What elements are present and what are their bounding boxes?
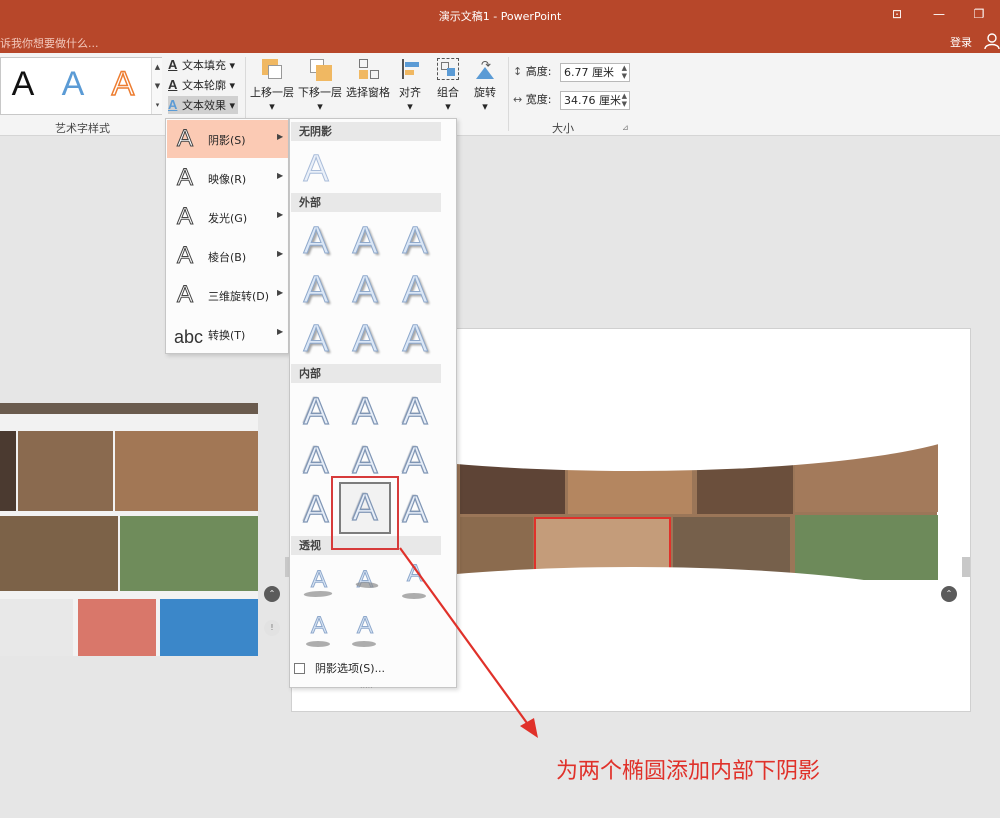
- login-link[interactable]: 登录: [950, 34, 972, 50]
- submenu-arrow-icon: ▶: [277, 249, 284, 258]
- wordart-style-black[interactable]: A: [3, 64, 43, 104]
- user-icon[interactable]: [984, 32, 1000, 50]
- scrollbar-thumb[interactable]: [962, 557, 970, 577]
- height-input[interactable]: 6.77 厘米 ▲ ▼: [560, 63, 630, 82]
- selection-pane-button[interactable]: 选择窗格: [346, 57, 390, 100]
- tell-me-bar: 诉我你想要做什么... 登录: [0, 30, 1000, 53]
- wordart-style-orange[interactable]: A: [103, 64, 143, 104]
- send-backward-icon: [308, 57, 332, 81]
- shadow-option-inner-9[interactable]: A: [398, 488, 432, 531]
- gallery-more-icon[interactable]: ▾: [152, 96, 163, 114]
- bring-forward-icon: [260, 57, 284, 81]
- gallery-up-icon[interactable]: ▲: [152, 58, 163, 76]
- minimize-button[interactable]: —: [926, 4, 952, 24]
- menu-item-glow[interactable]: A 发光(G) ▶: [167, 198, 288, 236]
- slide-thumbnail-left[interactable]: [0, 403, 258, 656]
- highlight-box: [331, 476, 399, 550]
- shadow-option-inner-4[interactable]: A: [299, 439, 333, 482]
- width-icon: ↔: [513, 93, 523, 106]
- submenu-arrow-icon: ▶: [277, 210, 284, 219]
- glow-icon: A: [176, 203, 194, 230]
- persp-shadow-shape: [352, 641, 376, 647]
- section-no-shadow: 无阴影: [291, 122, 441, 141]
- shadow-option-inner-2[interactable]: A: [348, 390, 382, 433]
- ribbon: A A A ▲ ▼ ▾ 艺术字样式 A 文本填充 ▾ A 文本轮廓 ▾ A 文本效果 …: [0, 53, 1000, 136]
- selection-pane-icon: [356, 57, 380, 81]
- rotate-icon: ↷: [473, 57, 497, 81]
- window-title: 演示文稿1 - PowerPoint: [438, 10, 562, 23]
- shadow-option-outer-1[interactable]: A: [299, 220, 333, 263]
- shadow-options-icon: [294, 663, 305, 674]
- gallery-scrollbar[interactable]: ▲ ▼ ▾: [151, 58, 162, 114]
- width-spinner-icon[interactable]: ▲ ▼: [622, 92, 627, 108]
- annotation-text: 为两个椭圆添加内部下阴影: [556, 759, 821, 784]
- gallery-down-icon[interactable]: ▼: [152, 77, 163, 95]
- height-spinner-icon[interactable]: ▲ ▼: [622, 64, 627, 80]
- menu-item-shadow[interactable]: A 阴影(S) ▶: [167, 120, 288, 158]
- shadow-option-outer-7[interactable]: A: [299, 318, 333, 361]
- text-outline-icon: A: [168, 77, 178, 92]
- menu-item-transform[interactable]: abc 转换(T) ▶: [167, 315, 288, 353]
- height-row: ↕ 高度:: [513, 65, 552, 78]
- align-icon: [398, 57, 422, 81]
- section-inner: 内部: [291, 364, 441, 383]
- ribbon-separator: [508, 57, 509, 131]
- shadow-option-outer-5[interactable]: A: [348, 269, 382, 312]
- text-effect-icon: A: [168, 97, 178, 112]
- text-effect-menu: A 阴影(S) ▶ A 映像(R) ▶ A 发光(G) ▶ A 棱台(B) ▶ …: [165, 118, 289, 354]
- shadow-icon: A: [176, 125, 194, 152]
- scroll-up-icon[interactable]: ⌃: [264, 586, 280, 602]
- shadow-option-outer-9[interactable]: A: [398, 318, 432, 361]
- size-group-label: 大小: [552, 122, 574, 135]
- bevel-icon: A: [176, 242, 194, 269]
- text-fill-icon: A: [168, 57, 178, 72]
- submenu-arrow-icon: ▶: [277, 327, 284, 336]
- group-button[interactable]: 组合 ▾: [428, 57, 468, 113]
- text-outline-button[interactable]: A 文本轮廓 ▾: [168, 76, 235, 94]
- annotation-arrow: [399, 547, 538, 738]
- shadow-option-inner-6[interactable]: A: [398, 439, 432, 482]
- title-bar: 演示文稿1 - PowerPoint ⊡ — ❐: [0, 0, 1000, 30]
- submenu-arrow-icon: ▶: [277, 288, 284, 297]
- shadow-option-outer-6[interactable]: A: [398, 269, 432, 312]
- shadow-option-outer-4[interactable]: A: [299, 269, 333, 312]
- menu-item-3d-rotation[interactable]: A 三维旋转(D) ▶: [167, 276, 288, 314]
- ribbon-display-icon[interactable]: ⊡: [884, 4, 910, 24]
- section-outer: 外部: [291, 193, 441, 212]
- align-button[interactable]: 对齐 ▾: [390, 57, 430, 113]
- scroll-up-right-icon[interactable]: ⌃: [941, 586, 957, 602]
- transform-icon: abc: [174, 327, 204, 347]
- reflection-icon: A: [176, 164, 194, 191]
- send-backward-button[interactable]: 下移一层 ▾: [298, 57, 342, 113]
- shadow-option-inner-3[interactable]: A: [398, 390, 432, 433]
- shadow-option-none[interactable]: A: [299, 148, 333, 191]
- shadow-option-inner-1[interactable]: A: [299, 390, 333, 433]
- submenu-arrow-icon: ▶: [277, 171, 284, 180]
- wordart-group-label: 艺术字样式: [55, 122, 110, 135]
- text-fill-button[interactable]: A 文本填充 ▾: [168, 56, 235, 74]
- wordart-style-gallery[interactable]: A A A ▲ ▼ ▾: [0, 57, 162, 115]
- shadow-option-outer-3[interactable]: A: [398, 220, 432, 263]
- width-input[interactable]: 34.76 厘米 ▲ ▼: [560, 91, 630, 110]
- restore-button[interactable]: ❐: [966, 4, 992, 24]
- size-dialog-launcher-icon[interactable]: ⊿: [622, 123, 629, 132]
- persp-shadow-shape: [306, 641, 330, 647]
- height-icon: ↕: [513, 65, 523, 78]
- rotate-button[interactable]: ↷ 旋转 ▾: [465, 57, 505, 113]
- width-row: ↔ 宽度:: [513, 93, 552, 106]
- group-icon: [436, 57, 460, 81]
- panel-resize-grip[interactable]: .....: [360, 681, 373, 690]
- text-effect-button[interactable]: A 文本效果 ▾: [168, 96, 239, 114]
- tell-me-input[interactable]: 诉我你想要做什么...: [0, 35, 99, 51]
- menu-item-bevel[interactable]: A 棱台(B) ▶: [167, 237, 288, 275]
- wordart-style-blue[interactable]: A: [53, 64, 93, 104]
- shadow-option-outer-8[interactable]: A: [348, 318, 382, 361]
- submenu-arrow-icon: ▶: [277, 132, 284, 141]
- menu-item-reflection[interactable]: A 映像(R) ▶: [167, 159, 288, 197]
- 3d-rotation-icon: A: [176, 281, 194, 308]
- shadow-option-inner-7[interactable]: A: [299, 488, 333, 531]
- shadow-option-outer-2[interactable]: A: [348, 220, 382, 263]
- bring-forward-button[interactable]: 上移一层 ▾: [250, 57, 294, 113]
- scroll-info-icon[interactable]: !: [264, 620, 280, 636]
